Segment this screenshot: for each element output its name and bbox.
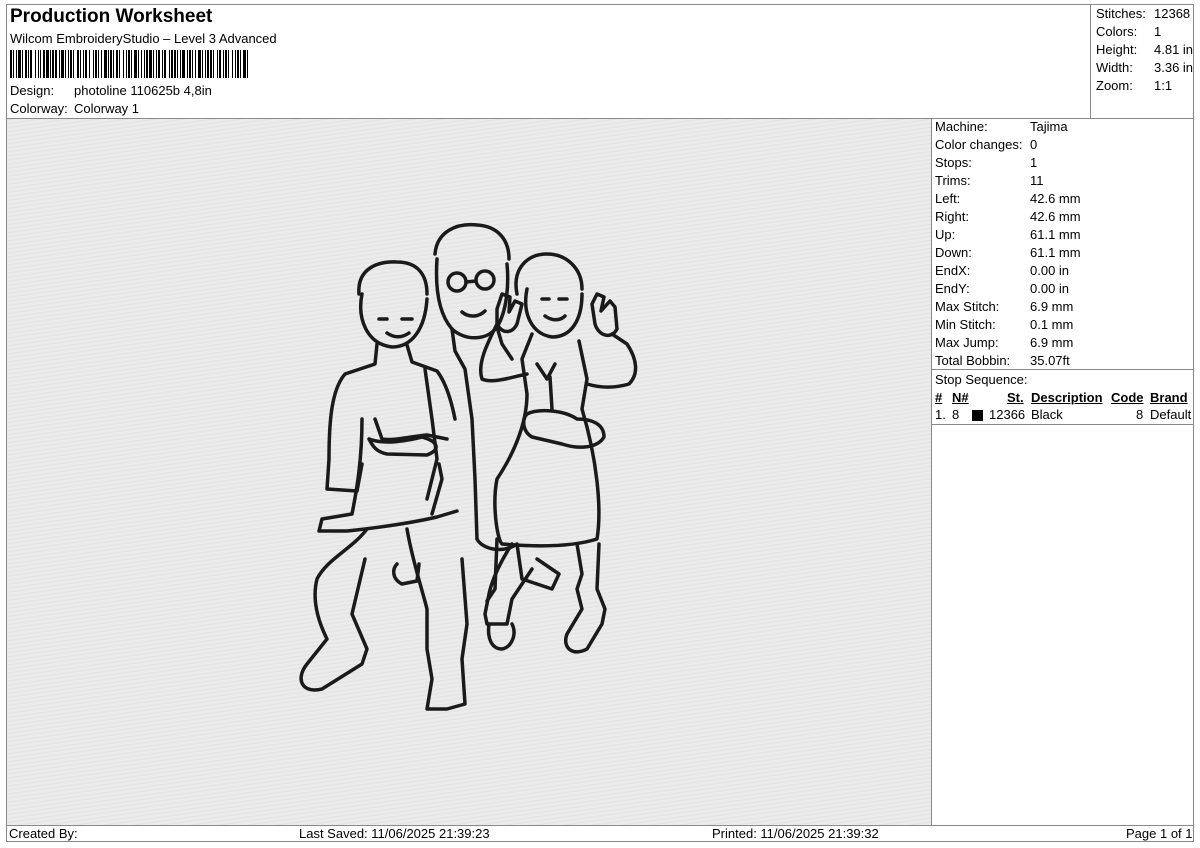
right-girl-collar [535,362,557,411]
stat-label: Stops: [935,155,972,170]
stat-value: 61.1 mm [1030,227,1081,242]
father-torso [450,327,479,541]
left-boy-face [359,292,429,349]
col-code: Code [1111,390,1144,405]
right-girl-right-leg [564,542,607,654]
right-girl-right-arm [585,332,638,389]
summary-width-value: 3.36 in [1154,60,1194,75]
colorway-value: Colorway 1 [74,101,140,116]
color-swatch [972,409,983,424]
col-index: # [935,390,943,405]
left-boy-left-leg [299,527,369,692]
row-index: 1. [935,407,946,422]
stat-value: 0.00 in [1030,263,1070,278]
right-girl-left-leg [483,542,534,626]
stat-value: 6.9 mm [1030,335,1074,350]
col-brand: Brand [1150,390,1188,405]
stat-label: Color changes: [935,137,1023,152]
printed-date: Printed: 11/06/2025 21:39:32 [712,826,879,841]
summary-stitches-label: Stitches: [1096,6,1146,21]
embroidery-line-art [299,222,638,711]
summary-height-value: 4.81 in [1154,42,1194,57]
stat-label: Machine: [935,119,988,134]
col-description: Description [1031,390,1103,405]
right-girl-features [540,297,569,322]
father-hair [433,222,511,261]
stat-label: Max Jump: [935,335,999,350]
swatch-box [972,410,983,421]
summary-zoom-value: 1:1 [1154,78,1173,93]
left-boy-arm-cross [373,417,449,442]
summary-stitches-value: 12368 [1154,6,1191,21]
stat-value: 42.6 mm [1030,191,1081,206]
summary-width-label: Width: [1096,60,1133,75]
left-boy-right-leg [405,527,469,711]
stat-value: 0.1 mm [1030,317,1074,332]
summary-colors-label: Colors: [1096,24,1138,39]
stat-value: 35.07ft [1030,353,1070,368]
father-glasses-right [474,269,496,291]
stat-label: Trims: [935,173,971,188]
last-saved: Last Saved: 11/06/2025 21:39:23 [299,826,490,841]
left-boy-left-arm [325,342,379,493]
stat-label: Right: [935,209,969,224]
stat-value: 0 [1030,137,1038,152]
stat-value: 0.00 in [1030,281,1070,296]
created-by: Created By: [9,826,78,841]
stat-label: Min Stitch: [935,317,996,332]
design-value: photoline 110625b 4,8in [74,83,212,98]
stats-divider [931,369,1194,370]
stat-value: 6.9 mm [1030,299,1074,314]
stat-label: Total Bobbin: [935,353,1011,368]
stat-label: Down: [935,245,972,260]
row-description: Black [1031,407,1063,422]
left-boy-hair [357,260,429,296]
stat-value: 1 [1030,155,1038,170]
right-girl-left-shoe [486,622,516,651]
barcode-bar [248,50,250,78]
summary-colors-value: 1 [1154,24,1162,39]
software-name: Wilcom EmbroideryStudio – Level 3 Advanc… [10,31,277,46]
left-boy-features [377,317,414,339]
design-label: Design: [10,83,55,98]
footer-divider [6,825,1194,826]
left-boy-placket [423,367,444,516]
left-boy-hands [367,435,438,457]
row-needle: 8 [952,407,960,422]
row-code: 8 [1136,407,1144,422]
stat-label: EndY: [935,281,970,296]
page-number: Page 1 of 1 [1126,826,1193,841]
stat-value: 61.1 mm [1030,245,1081,260]
stop-sequence-title: Stop Sequence: [935,372,1028,387]
summary-height-label: Height: [1096,42,1138,57]
summary-divider [1090,4,1091,118]
stat-value: 11 [1030,173,1044,188]
row-stitches: 12366 [989,407,1026,422]
row-brand: Default [1150,407,1192,422]
father-glasses-left [446,271,468,293]
summary-zoom-label: Zoom: [1096,78,1133,93]
stat-label: Max Stitch: [935,299,1000,314]
page-title: Production Worksheet [10,6,213,27]
stat-value: Tajima [1030,119,1068,134]
stat-label: EndX: [935,263,971,278]
col-stitches: St. [1007,390,1024,405]
right-girl-peace-right [590,292,619,337]
design-preview [7,119,931,825]
colorway-label: Colorway: [10,101,68,116]
side-panel-divider [931,118,932,825]
stat-value: 42.6 mm [1030,209,1081,224]
stat-label: Up: [935,227,956,242]
right-girl-face [524,287,584,339]
stop-sequence-divider [931,424,1194,425]
right-girl-peace-left [495,292,524,334]
stat-label: Left: [935,191,961,206]
col-needle: N# [952,390,969,405]
barcode [10,50,355,78]
